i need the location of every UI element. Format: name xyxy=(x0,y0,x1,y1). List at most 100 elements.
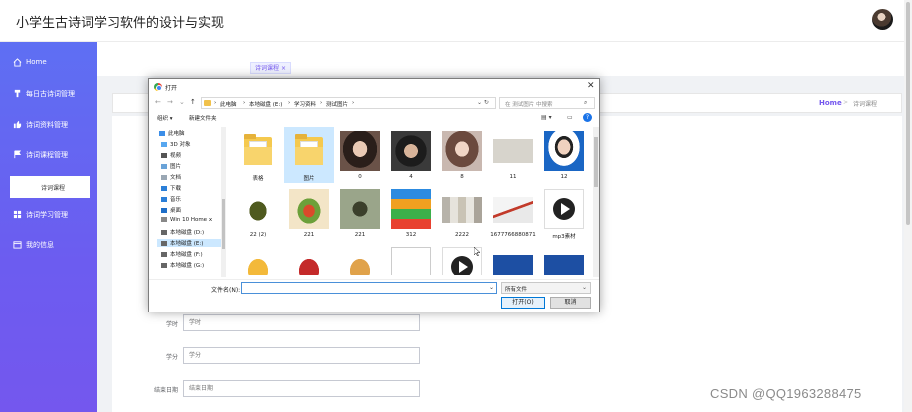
filename-input[interactable] xyxy=(241,282,497,294)
file-item-selected[interactable]: 图片 xyxy=(284,127,334,183)
organize-button[interactable]: 组织 ▾ xyxy=(157,114,173,122)
file-item[interactable]: 4 xyxy=(386,127,436,183)
file-name: 1677766880871 xyxy=(490,232,536,238)
watermark: CSDN @QQ1963288475 xyxy=(710,386,862,401)
file-name: 221 xyxy=(354,232,366,238)
file-item[interactable] xyxy=(539,243,589,275)
file-item[interactable]: 0 xyxy=(335,127,385,183)
open-button[interactable]: 打开(O) xyxy=(501,297,545,309)
nav-item-win10-drive[interactable]: Win 10 Home x xyxy=(161,217,212,223)
file-item[interactable]: 221 xyxy=(335,185,385,241)
breadcrumb-separator: > xyxy=(843,99,849,106)
search-icon: ⌕ xyxy=(584,99,588,106)
file-item[interactable]: 1677766880871 xyxy=(488,185,538,241)
nav-scrollbar-thumb[interactable] xyxy=(222,199,225,249)
file-item[interactable] xyxy=(335,243,385,275)
beetle-thumbnail xyxy=(238,189,278,229)
filename-dropdown-icon[interactable]: ⌄ xyxy=(489,284,494,291)
file-item[interactable]: 12 xyxy=(539,127,589,183)
file-item[interactable] xyxy=(386,243,436,275)
preview-pane-icon[interactable]: ▭ xyxy=(567,114,573,121)
sidebar-item-label: 诗词资料管理 xyxy=(26,121,68,129)
file-name: 2222 xyxy=(455,232,469,238)
file-item[interactable] xyxy=(284,243,334,275)
address-bar[interactable]: › 此电脑 › 本地磁盘 (E:) › 学习资料 › 测试图片 › ⌄ ↻ xyxy=(201,97,496,109)
sidebar-item-poem-courses[interactable]: 诗词课程管理 xyxy=(0,140,97,170)
back-arrow-icon[interactable]: ← xyxy=(155,98,161,106)
nav-item-documents[interactable]: 文档 xyxy=(161,173,181,181)
breadcrumb-home[interactable]: Home xyxy=(819,99,842,107)
nav-item-drive-e[interactable]: 本地磁盘 (E:) xyxy=(157,239,223,247)
file-item[interactable]: 2222 xyxy=(437,185,487,241)
nav-item-music[interactable]: 音乐 xyxy=(161,195,181,203)
file-name: 22 (2) xyxy=(249,232,267,238)
path-segment[interactable]: 学习资料 xyxy=(294,100,316,108)
sidebar-item-poem-materials[interactable]: 诗词资料管理 xyxy=(0,110,97,140)
nav-item-drive-g[interactable]: 本地磁盘 (G:) xyxy=(161,261,204,269)
path-segment[interactable]: 本地磁盘 (E:) xyxy=(249,100,282,108)
nav-item-drive-d[interactable]: 本地磁盘 (D:) xyxy=(161,228,204,236)
close-icon[interactable]: ✕ xyxy=(587,81,595,91)
nav-item-3d-objects[interactable]: 3D 对象 xyxy=(161,140,190,148)
sidebar-item-label: 每日古诗词管理 xyxy=(26,90,75,98)
search-box[interactable]: 在 测试图片 中搜索 ⌕ xyxy=(499,97,595,109)
nav-item-desktop[interactable]: 桌面 xyxy=(161,206,181,214)
sidebar-item-home[interactable]: Home xyxy=(0,48,97,78)
dialog-nav-row: ← → ⌄ ↑ › 此电脑 › 本地磁盘 (E:) › 学习资料 › 测试图片 … xyxy=(149,96,599,110)
document-icon xyxy=(391,247,431,275)
file-item[interactable]: mp3素材 xyxy=(539,185,589,241)
field-label: 结束日期 xyxy=(153,387,178,394)
portrait-thumbnail xyxy=(544,131,584,171)
path-segment[interactable]: 此电脑 xyxy=(220,100,237,108)
food-thumbnail xyxy=(289,247,329,275)
file-item[interactable]: 表格 xyxy=(233,127,283,183)
sidebar-item-label: 诗词学习管理 xyxy=(26,211,68,219)
dialog-toolbar: 组织 ▾ 新建文件夹 ▤ ▾ ▭ ? xyxy=(149,112,599,125)
sidebar-item-daily-poems[interactable]: 每日古诗词管理 xyxy=(0,79,97,109)
file-item[interactable] xyxy=(233,243,283,275)
credits-input[interactable] xyxy=(183,347,420,364)
filetype-select[interactable]: 所有文件 ⌄ xyxy=(501,282,591,294)
file-item[interactable]: 11 xyxy=(488,127,538,183)
grid-icon xyxy=(13,210,22,219)
sidebar-item-label: 我的信息 xyxy=(26,241,54,249)
media-file-icon xyxy=(544,189,584,229)
sidebar-item-label: Home xyxy=(26,58,47,66)
nav-item-this-pc[interactable]: 此电脑 xyxy=(159,129,185,137)
file-item[interactable]: 22 (2) xyxy=(233,185,283,241)
file-item[interactable]: 221 xyxy=(284,185,334,241)
food-thumbnail xyxy=(340,247,380,275)
form-row-hours: 学时 xyxy=(112,314,432,332)
nav-item-drive-f[interactable]: 本地磁盘 (F:) xyxy=(161,250,203,258)
tab-poem-course[interactable]: 诗词课程 × xyxy=(250,62,291,74)
nav-item-pictures[interactable]: 图片 xyxy=(161,162,181,170)
path-separator: › xyxy=(214,100,217,106)
sidebar-subitem-poem-course[interactable]: 诗词课程 xyxy=(10,176,90,198)
sidebar-item-my-info[interactable]: 我的信息 xyxy=(0,230,97,260)
file-item[interactable]: 8 xyxy=(437,127,487,183)
help-icon[interactable]: ? xyxy=(583,113,592,122)
refresh-icon[interactable]: ⌄ ↻ xyxy=(477,99,489,106)
sidebar-item-poem-study[interactable]: 诗词学习管理 xyxy=(0,200,97,230)
bottles-thumbnail xyxy=(442,197,482,223)
nav-item-downloads[interactable]: 下载 xyxy=(161,184,181,192)
tab-close-icon[interactable]: × xyxy=(281,65,286,72)
hours-input[interactable] xyxy=(183,314,420,331)
dropdown-arrow-icon[interactable]: ⌄ xyxy=(179,98,185,106)
new-folder-button[interactable]: 新建文件夹 xyxy=(189,114,217,122)
view-options-icon[interactable]: ▤ ▾ xyxy=(541,114,552,121)
forward-arrow-icon[interactable]: → xyxy=(167,98,173,106)
file-name: 312 xyxy=(405,232,417,238)
home-icon xyxy=(13,58,22,67)
end-date-input[interactable] xyxy=(183,380,420,397)
nav-item-videos[interactable]: 视频 xyxy=(161,151,181,159)
file-name: 11 xyxy=(509,174,517,180)
page-scrollbar-thumb[interactable] xyxy=(906,2,910,225)
file-item[interactable] xyxy=(488,243,538,275)
path-segment[interactable]: 测试图片 xyxy=(326,100,348,108)
file-item[interactable]: 312 xyxy=(386,185,436,241)
user-avatar[interactable] xyxy=(872,9,893,30)
file-scrollbar-thumb[interactable] xyxy=(594,137,598,187)
up-arrow-icon[interactable]: ↑ xyxy=(190,98,196,106)
cancel-button[interactable]: 取消 xyxy=(550,297,591,309)
